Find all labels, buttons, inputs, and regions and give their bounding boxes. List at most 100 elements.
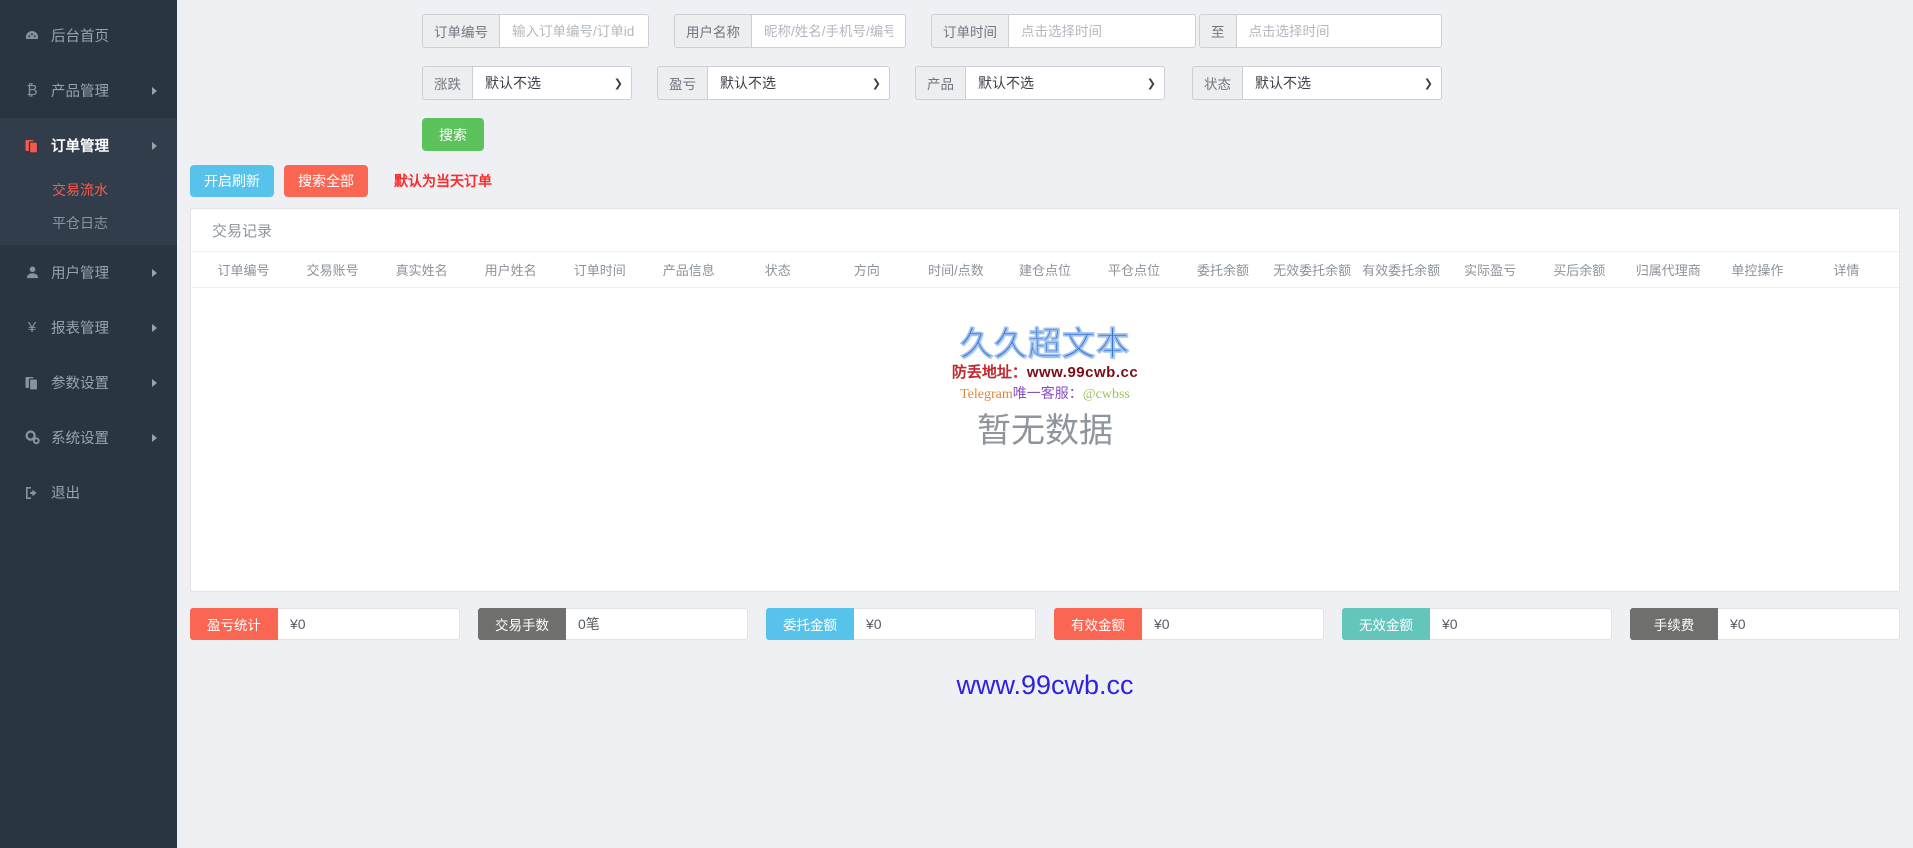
profit-select-wrap: 默认不选 ❯	[707, 66, 890, 100]
sidebar-item-parameters[interactable]: 参数设置	[0, 355, 177, 410]
order-time-to-input[interactable]	[1235, 14, 1442, 48]
sidebar-subitem-label: 平仓日志	[52, 214, 108, 231]
order-no-input[interactable]	[499, 14, 649, 48]
filter-row-1: 订单编号 用户名称 订单时间 至	[177, 14, 1913, 66]
sidebar-item-reports[interactable]: ¥ 报表管理	[0, 300, 177, 355]
sidebar-item-label: 用户管理	[51, 266, 109, 282]
filter-row-3: 搜索	[177, 118, 1913, 158]
product-select[interactable]: 默认不选	[965, 66, 1165, 100]
app-root: 后台首页 ₿ 产品管理 订单管理 交易流水 平仓日志 用户管理 ¥ 报表管理 参…	[0, 0, 1913, 848]
sidebar-subitem-transaction-flow[interactable]: 交易流水	[0, 173, 177, 206]
summary-item: 盈亏统计 ¥0	[190, 608, 460, 640]
user-name-input[interactable]	[751, 14, 906, 48]
table-column-header: 订单编号	[217, 263, 270, 278]
chevron-right-icon	[152, 378, 157, 387]
table-column-header: 单控操作	[1731, 263, 1784, 278]
watermark-telegram-handle: @cwbss	[1082, 386, 1130, 402]
status-select-wrap: 默认不选 ❯	[1242, 66, 1442, 100]
toolbar: 开启刷新 搜索全部 默认为当天订单	[177, 158, 1913, 204]
watermark-telegram: Telegram唯一客服：@cwbss	[191, 387, 1899, 402]
summary-item-value: ¥0	[278, 608, 460, 640]
sidebar-item-products[interactable]: ₿ 产品管理	[0, 63, 177, 118]
filter-product: 产品 默认不选 ❯	[915, 66, 1165, 100]
chevron-right-icon	[152, 268, 157, 277]
sidebar-item-label: 参数设置	[51, 376, 109, 392]
table-column-header: 状态	[764, 263, 791, 278]
logout-icon	[22, 485, 42, 501]
orders-icon	[22, 138, 42, 154]
transaction-panel: 交易记录 订单编号 交易账号 真实姓名 用户姓名 订单时间 产品信息 状态 方向 时间/点数 建仓…	[190, 208, 1900, 592]
filter-panel: 订单编号 用户名称 订单时间 至 涨跌	[177, 0, 1913, 158]
sidebar-subitem-closing-log[interactable]: 平仓日志	[0, 206, 177, 239]
watermark-address-url: www.99cwb.cc	[1026, 363, 1139, 381]
product-select-wrap: 默认不选 ❯	[965, 66, 1165, 100]
filter-status: 状态 默认不选 ❯	[1192, 66, 1442, 100]
watermark-telegram-mid: 唯一客服：	[1012, 386, 1083, 402]
watermark-address: 防丢地址：www.99cwb.cc	[191, 363, 1899, 381]
main-content: 订单编号 用户名称 订单时间 至 涨跌	[177, 0, 1913, 848]
sidebar-item-label: 后台首页	[51, 29, 109, 45]
filter-updown: 涨跌 默认不选 ❯	[422, 66, 632, 100]
summary-item-label: 有效金额	[1054, 608, 1142, 640]
summary-item-label: 委托金额	[766, 608, 854, 640]
default-today-hint: 默认为当天订单	[394, 173, 492, 189]
summary-item: 无效金额 ¥0	[1342, 608, 1612, 640]
chevron-right-icon	[152, 433, 157, 442]
summary-item-label: 手续费	[1630, 608, 1718, 640]
filter-order-time-to-label: 至	[1199, 14, 1236, 48]
sidebar-group-orders: 订单管理 交易流水 平仓日志	[0, 118, 177, 245]
sidebar-item-users[interactable]: 用户管理	[0, 245, 177, 300]
updown-select[interactable]: 默认不选	[472, 66, 632, 100]
summary-item: 交易手数 0笔	[478, 608, 748, 640]
dashboard-icon	[22, 28, 42, 44]
filter-profit-label: 盈亏	[657, 66, 707, 100]
sidebar-item-label: 系统设置	[51, 431, 109, 447]
filter-profit: 盈亏 默认不选 ❯	[657, 66, 890, 100]
summary-row: 盈亏统计 ¥0 交易手数 0笔 委托金额 ¥0 有效金额 ¥0 无效金额 ¥0 手续费 ¥0	[177, 592, 1913, 640]
table-header-row: 订单编号 交易账号 真实姓名 用户姓名 订单时间 产品信息 状态 方向 时间/点数 建仓点位 平仓点…	[191, 252, 1899, 288]
copy-icon	[22, 375, 42, 391]
filter-order-no: 订单编号	[422, 14, 649, 48]
start-refresh-button[interactable]: 开启刷新	[190, 165, 274, 197]
chevron-right-icon	[152, 86, 157, 95]
filter-user-name-label: 用户名称	[674, 14, 751, 48]
watermark-telegram-prefix: Telegram	[960, 386, 1013, 402]
sidebar-item-logout[interactable]: 退出	[0, 465, 177, 520]
search-button[interactable]: 搜索	[422, 118, 484, 151]
filter-order-time-from: 订单时间	[931, 14, 1196, 48]
gears-icon	[22, 429, 42, 446]
sidebar: 后台首页 ₿ 产品管理 订单管理 交易流水 平仓日志 用户管理 ¥ 报表管理 参…	[0, 0, 177, 848]
profit-select[interactable]: 默认不选	[707, 66, 890, 100]
table-column-header: 归属代理商	[1635, 263, 1701, 278]
summary-item-value: ¥0	[854, 608, 1036, 640]
search-all-button[interactable]: 搜索全部	[284, 165, 368, 197]
sidebar-item-orders[interactable]: 订单管理	[0, 118, 177, 173]
sidebar-item-dashboard[interactable]: 后台首页	[0, 8, 177, 63]
empty-state-text: 暂无数据	[977, 412, 1113, 450]
filter-order-time-to: 至	[1199, 14, 1442, 48]
user-icon	[22, 265, 42, 280]
panel-title: 交易记录	[191, 209, 1899, 252]
sidebar-item-label: 退出	[51, 486, 80, 502]
summary-item-label: 无效金额	[1342, 608, 1430, 640]
summary-item: 有效金额 ¥0	[1054, 608, 1324, 640]
filter-order-time-label: 订单时间	[931, 14, 1008, 48]
bitcoin-icon: ₿	[26, 82, 38, 99]
summary-item-value: ¥0	[1718, 608, 1900, 640]
table-column-header: 真实姓名	[395, 263, 448, 278]
table-column-header: 委托余额	[1197, 263, 1250, 278]
chevron-right-icon	[152, 141, 157, 150]
updown-select-wrap: 默认不选 ❯	[472, 66, 632, 100]
chevron-right-icon	[152, 323, 157, 332]
watermark-address-label: 防丢地址：	[951, 363, 1027, 381]
sidebar-item-label: 产品管理	[51, 84, 109, 100]
order-time-from-input[interactable]	[1008, 14, 1196, 48]
summary-item-value: ¥0	[1430, 608, 1612, 640]
sidebar-item-label: 报表管理	[51, 321, 109, 337]
summary-item-label: 盈亏统计	[190, 608, 278, 640]
filter-updown-label: 涨跌	[422, 66, 472, 100]
table-column-header: 有效委托余额	[1362, 263, 1441, 278]
sidebar-item-system-settings[interactable]: 系统设置	[0, 410, 177, 465]
status-select[interactable]: 默认不选	[1242, 66, 1442, 100]
footer-url: www.99cwb.cc	[956, 670, 1134, 700]
